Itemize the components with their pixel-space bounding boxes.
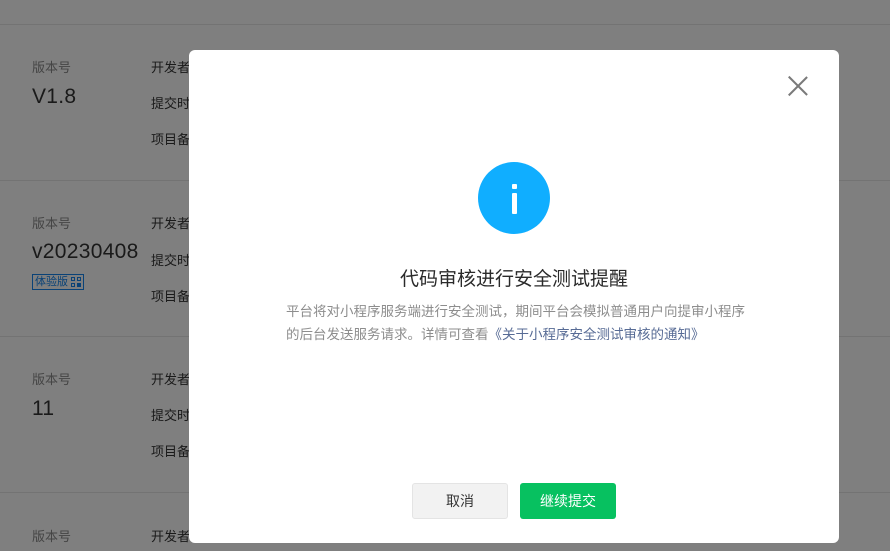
continue-submit-button[interactable]: 继续提交 [520, 483, 616, 519]
cancel-button[interactable]: 取消 [412, 483, 508, 519]
dialog-title: 代码审核进行安全测试提醒 [399, 269, 628, 290]
dialog-description: 平台将对小程序服务端进行安全测试，期间平台会模拟普通用户向提审小程序的后台发送服… [286, 300, 746, 346]
close-icon[interactable] [787, 75, 809, 97]
info-icon [478, 162, 550, 234]
security-test-dialog: 代码审核进行安全测试提醒 平台将对小程序服务端进行安全测试，期间平台会模拟普通用… [189, 50, 839, 543]
security-notice-link[interactable]: 《关于小程序安全测试审核的通知》 [489, 327, 705, 342]
